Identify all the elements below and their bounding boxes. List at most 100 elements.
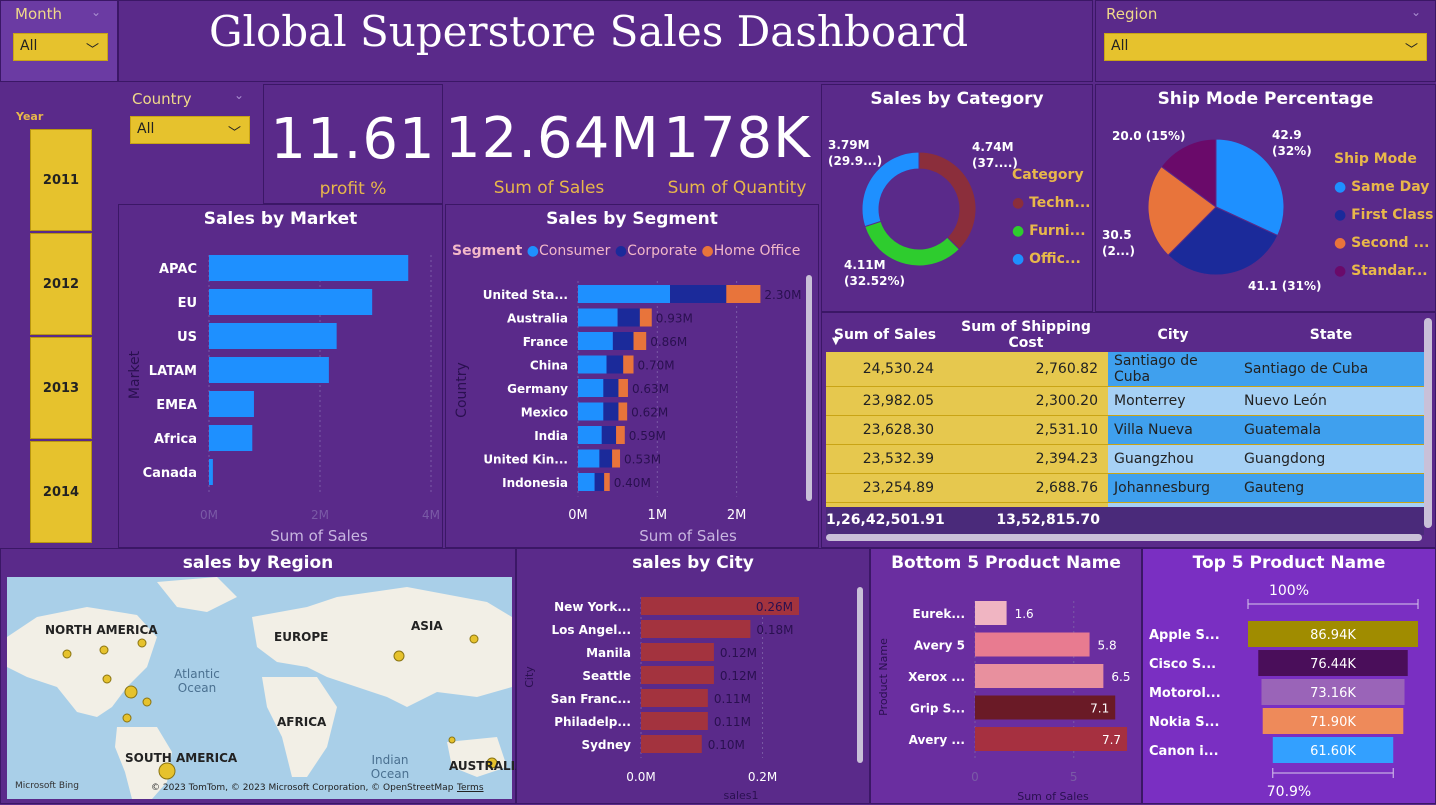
table-row[interactable]: 23,982.05 2,300.20 Monterrey Nuevo León <box>826 386 1424 416</box>
table-row[interactable]: 24,530.24 2,760.82 Santiago de Cuba Santiag… <box>826 352 1424 387</box>
col-sum-of-sales[interactable]: Sum of Sales <box>826 318 944 352</box>
segment-bar[interactable] <box>604 473 610 491</box>
col-city[interactable]: City <box>1108 318 1238 352</box>
city-bar[interactable] <box>641 689 708 707</box>
table-row[interactable]: 23,532.39 2,394.23 Guangzhou Guangdong <box>826 444 1424 474</box>
segment-bar[interactable] <box>612 449 621 468</box>
map-label-europe: EUROPE <box>274 630 329 644</box>
segment-bar[interactable] <box>726 285 761 303</box>
segment-bar[interactable] <box>606 355 624 374</box>
kpi-quantity-value: 178K <box>663 106 811 171</box>
segment-bar[interactable] <box>578 285 670 303</box>
segment-bar[interactable] <box>578 426 602 444</box>
city-category-label: Los Angel... <box>551 623 631 637</box>
top5-value-label: 73.16K <box>1310 686 1356 701</box>
map-bubble[interactable] <box>99 645 109 655</box>
segment-bar[interactable] <box>578 402 604 421</box>
segment-bar[interactable] <box>618 402 628 421</box>
map-bubble[interactable] <box>469 634 479 644</box>
segment-bar[interactable] <box>618 379 628 397</box>
legend-furniture: Furni... <box>1029 223 1086 239</box>
table-hscrollbar[interactable] <box>826 534 1422 541</box>
map-bubble[interactable] <box>448 736 456 744</box>
year-button-2014[interactable]: 2014 <box>30 441 92 543</box>
city-bar[interactable] <box>641 643 714 661</box>
segment-bar[interactable] <box>670 285 727 303</box>
city-bar[interactable] <box>641 666 714 684</box>
xtick-label: 0.0M <box>626 770 655 784</box>
top5-funnel: Apple S... 86.94K Cisco S... 76.44K Motorol.… <box>1149 599 1419 778</box>
market-bar[interactable] <box>209 357 329 383</box>
segment-bar[interactable] <box>578 308 618 327</box>
map-bubble[interactable] <box>142 697 152 707</box>
segment-bar[interactable] <box>578 379 604 397</box>
market-bar[interactable] <box>209 289 373 315</box>
map-bubble[interactable] <box>393 650 405 662</box>
segment-bar[interactable] <box>616 426 625 444</box>
segment-bar[interactable] <box>603 402 619 421</box>
col-state[interactable]: State <box>1238 318 1424 352</box>
segment-bar[interactable] <box>617 308 640 327</box>
region-dropdown[interactable]: All ﹀ <box>1104 33 1427 61</box>
chevron-down-icon[interactable]: ⌄ <box>234 88 244 102</box>
map-bubble[interactable] <box>122 713 132 723</box>
sort-desc-icon[interactable]: ▼ <box>832 336 840 347</box>
map-bubble[interactable] <box>158 762 176 780</box>
month-dropdown[interactable]: All ﹀ <box>13 33 108 61</box>
market-bar[interactable] <box>209 425 253 451</box>
map-terms-link[interactable]: Terms <box>457 783 484 793</box>
segment-bar[interactable] <box>639 308 652 327</box>
world-map[interactable] <box>7 577 512 799</box>
segment-bar[interactable] <box>623 355 634 374</box>
segment-bar[interactable] <box>578 473 595 491</box>
segment-scrollbar[interactable] <box>806 275 812 501</box>
bottom5-value-label: 7.7 <box>1102 733 1121 747</box>
segment-bar[interactable] <box>578 332 613 350</box>
city-bar[interactable] <box>641 712 708 730</box>
table-row[interactable]: 23,628.30 2,531.10 Villa Nueva Guatemala <box>826 415 1424 445</box>
bottom5-bar[interactable] <box>975 632 1090 657</box>
map-bubble[interactable] <box>137 638 147 648</box>
country-dropdown[interactable]: All ﹀ <box>130 116 250 144</box>
map-bubble[interactable] <box>124 685 138 699</box>
category-slice[interactable] <box>918 151 977 251</box>
map-label-asia: ASIA <box>411 619 443 633</box>
cell-city: Guangzhou <box>1108 444 1238 474</box>
market-bar[interactable] <box>209 391 254 417</box>
chevron-down-icon[interactable]: ⌄ <box>91 5 101 19</box>
segment-bar[interactable] <box>612 332 634 350</box>
col-shipping-cost[interactable]: Sum of Shipping Cost <box>944 318 1108 352</box>
table-row[interactable]: 23,254.89 2,688.76 Johannesburg Gauteng <box>826 473 1424 503</box>
segment-bar[interactable] <box>594 473 605 491</box>
city-yaxis-title: City <box>523 666 536 688</box>
market-bar[interactable] <box>209 323 337 349</box>
market-bar[interactable] <box>209 255 409 281</box>
segment-bar[interactable] <box>578 449 600 468</box>
bottom5-bar[interactable] <box>975 664 1104 688</box>
market-bar[interactable] <box>209 459 213 485</box>
map-bubble[interactable] <box>102 674 112 684</box>
market-category-label: EU <box>178 296 197 311</box>
city-bar[interactable] <box>641 735 702 753</box>
market-category-label: Canada <box>143 466 197 481</box>
city-bar[interactable] <box>641 620 751 638</box>
year-button-2012[interactable]: 2012 <box>30 233 92 335</box>
segment-bar[interactable] <box>603 379 619 397</box>
year-button-2013[interactable]: 2013 <box>30 337 92 439</box>
segment-bar[interactable] <box>599 449 613 468</box>
table-vscrollbar[interactable] <box>1424 318 1432 528</box>
year-button-2011[interactable]: 2011 <box>30 129 92 231</box>
kpi-quantity-card: 178K Sum of Quantity <box>655 84 819 204</box>
xtick-label: 5 <box>1070 770 1078 784</box>
segment-bar[interactable] <box>578 355 607 374</box>
segment-bar[interactable] <box>601 426 617 444</box>
segment-bar[interactable] <box>633 332 647 350</box>
chevron-down-icon[interactable]: ⌄ <box>1411 5 1421 19</box>
map-bubble[interactable] <box>62 649 72 659</box>
map-label-north-america: NORTH AMERICA <box>45 623 158 637</box>
sales-by-market-visual: Sales by Market 0M 2M 4M APAC EU US LATAM EMEA… <box>118 204 443 548</box>
city-scrollbar[interactable] <box>857 587 863 763</box>
bottom5-bar[interactable] <box>975 601 1007 625</box>
market-category-label: LATAM <box>149 364 197 379</box>
map-label-atlantic: Atlantic Ocean <box>174 667 220 695</box>
